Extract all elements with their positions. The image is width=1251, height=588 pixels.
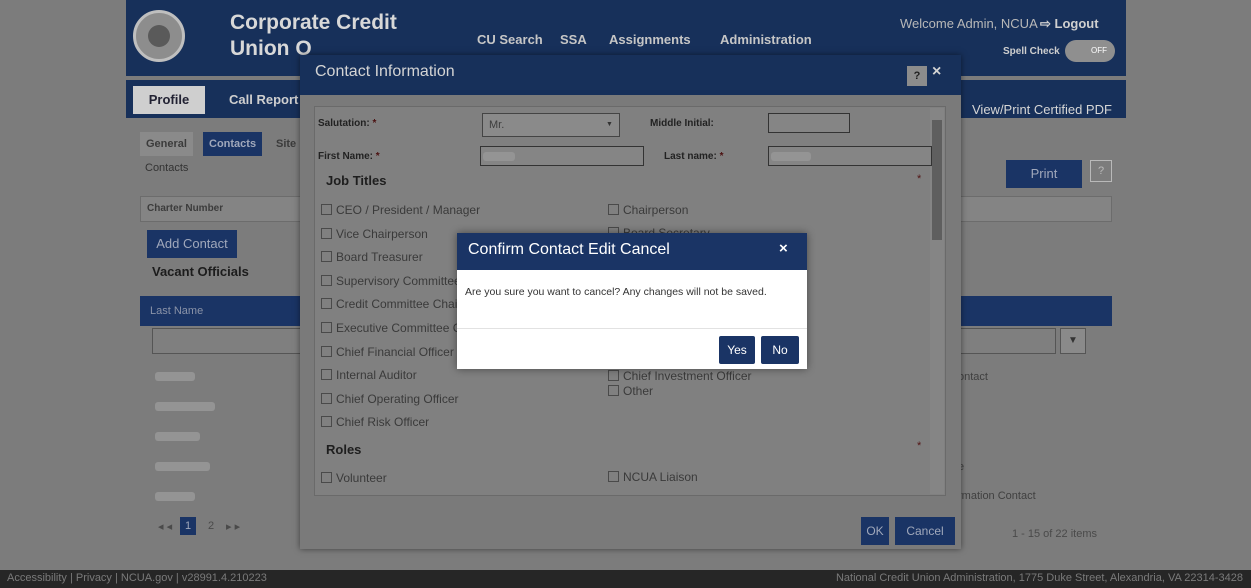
form-scrollbar-thumb[interactable] <box>932 120 942 240</box>
ok-button[interactable]: OK <box>861 517 889 545</box>
grid-row-redacted <box>155 492 195 501</box>
app-title-line1: Corporate Credit <box>230 11 397 34</box>
nav-cu-search[interactable]: CU Search <box>477 32 543 47</box>
subtab-contacts[interactable]: Contacts <box>203 132 263 156</box>
grid-filter-input[interactable] <box>152 328 302 354</box>
job-board-secretary-checkbox[interactable]: Board Secretary <box>608 226 710 233</box>
chevron-down-icon: ▼ <box>606 121 613 128</box>
salutation-label: Salutation: * <box>318 118 376 129</box>
job-supervisory-checkbox[interactable]: Supervisory Committee <box>321 274 461 288</box>
breadcrumb: Contacts <box>145 162 189 174</box>
grid-row-redacted <box>155 402 215 411</box>
first-name-input[interactable] <box>480 146 644 166</box>
job-other-checkbox[interactable]: Other <box>608 384 653 398</box>
no-button[interactable]: No <box>761 336 799 364</box>
middle-initial-input[interactable] <box>768 113 850 133</box>
vacant-officials-heading: Vacant Officials <box>152 264 249 279</box>
required-mark: * <box>917 173 922 185</box>
nav-administration[interactable]: Administration <box>720 32 812 47</box>
subtab-general[interactable]: General <box>140 132 193 156</box>
spell-check-toggle[interactable]: OFF <box>1065 40 1115 62</box>
subtab-site[interactable]: Site <box>270 132 302 156</box>
confirm-dialog-message: Are you sure you want to cancel? Any cha… <box>465 286 767 298</box>
pager-info: 1 - 15 of 22 items <box>1012 528 1097 540</box>
close-icon[interactable]: × <box>779 240 788 257</box>
salutation-select[interactable]: Mr. <box>482 113 620 137</box>
confirm-dialog-title: Confirm Contact Edit Cancel <box>468 241 670 258</box>
welcome-text: Welcome Admin, NCUA <box>900 16 1038 31</box>
required-mark: * <box>719 151 724 162</box>
contact-modal-title: Contact Information <box>315 63 455 80</box>
redacted-value <box>771 152 811 161</box>
footer-address: National Credit Union Administration, 17… <box>835 572 1243 584</box>
grid-filter-input-2[interactable] <box>958 328 1056 354</box>
ncua-seal-logo <box>133 10 185 62</box>
pager-page-2[interactable]: 2 <box>208 520 214 532</box>
pager-page-1[interactable]: 1 <box>180 517 196 535</box>
grid-side-text: ontact <box>958 371 988 383</box>
divider <box>457 328 807 329</box>
spell-check-label: Spell Check <box>1003 46 1060 57</box>
modal-help-icon[interactable]: ? <box>907 66 927 86</box>
cancel-button[interactable]: Cancel <box>895 517 955 545</box>
job-chairperson-checkbox[interactable]: Chairperson <box>608 203 688 217</box>
grid-row-redacted <box>155 372 195 381</box>
charter-number-label: Charter Number <box>147 203 224 214</box>
tab-call-report[interactable]: Call Report <box>229 86 298 114</box>
role-ncua-liaison-checkbox[interactable]: NCUA Liaison <box>608 470 698 484</box>
grid-row-redacted <box>155 462 210 471</box>
salutation-label-text: Salutation: <box>318 118 370 129</box>
nav-assignments[interactable]: Assignments <box>609 32 691 47</box>
first-name-label: First Name: * <box>318 151 380 162</box>
pager-next-last[interactable]: ▸ ▸ <box>226 520 240 533</box>
grid-col-last-name[interactable]: Last Name <box>150 305 203 317</box>
middle-initial-label: Middle Initial: <box>650 118 714 129</box>
last-name-input[interactable] <box>768 146 932 166</box>
yes-button[interactable]: Yes <box>719 336 755 364</box>
required-mark: * <box>917 440 922 452</box>
footer: Accessibility | Privacy | NCUA.gov | v28… <box>0 570 1251 588</box>
nav-ssa[interactable]: SSA <box>560 32 587 47</box>
grid-row-redacted <box>155 432 200 441</box>
job-titles-heading: Job Titles <box>326 173 387 188</box>
roles-heading: Roles <box>326 442 362 457</box>
last-name-label-text: Last name: <box>664 151 717 162</box>
job-cio-checkbox[interactable]: Chief Investment Officer <box>608 369 752 384</box>
help-icon[interactable]: ? <box>1090 160 1112 182</box>
add-contact-button[interactable]: Add Contact <box>147 230 237 258</box>
filter-funnel-icon[interactable]: ▼ <box>1060 328 1086 354</box>
job-internal-auditor-checkbox[interactable]: Internal Auditor <box>321 368 417 382</box>
job-ceo-checkbox[interactable]: CEO / President / Manager <box>321 203 480 217</box>
modal-close-icon[interactable]: × <box>932 63 941 81</box>
tab-profile[interactable]: Profile <box>133 86 205 114</box>
print-button[interactable]: Print <box>1006 160 1082 188</box>
pager-first-prev[interactable]: ◂ ◂ <box>158 520 172 533</box>
required-mark: * <box>372 118 377 129</box>
role-volunteer-checkbox[interactable]: Volunteer <box>321 471 387 485</box>
logout-link[interactable]: ⇨ Logout <box>1040 16 1099 32</box>
last-name-label: Last name: * <box>664 151 723 162</box>
logout-label: Logout <box>1054 16 1099 31</box>
first-name-label-text: First Name: <box>318 151 374 162</box>
required-mark: * <box>375 151 380 162</box>
grid-side-text: rmation Contact <box>958 490 1036 502</box>
job-credit-committee-checkbox[interactable]: Credit Committee Chair <box>321 297 461 311</box>
job-vice-chair-checkbox[interactable]: Vice Chairperson <box>321 227 428 241</box>
job-cfo-checkbox[interactable]: Chief Financial Officer <box>321 345 454 359</box>
footer-links[interactable]: Accessibility | Privacy | NCUA.gov | v28… <box>7 572 267 584</box>
redacted-value <box>483 152 515 161</box>
job-executive-committee-checkbox[interactable]: Executive Committee C <box>321 321 461 335</box>
job-cro-checkbox[interactable]: Chief Risk Officer <box>321 415 429 429</box>
job-coo-checkbox[interactable]: Chief Operating Officer <box>321 392 459 406</box>
view-print-pdf-link[interactable]: View/Print Certified PDF <box>972 102 1112 117</box>
job-board-treasurer-checkbox[interactable]: Board Treasurer <box>321 250 423 264</box>
logout-icon: ⇨ <box>1040 16 1055 31</box>
